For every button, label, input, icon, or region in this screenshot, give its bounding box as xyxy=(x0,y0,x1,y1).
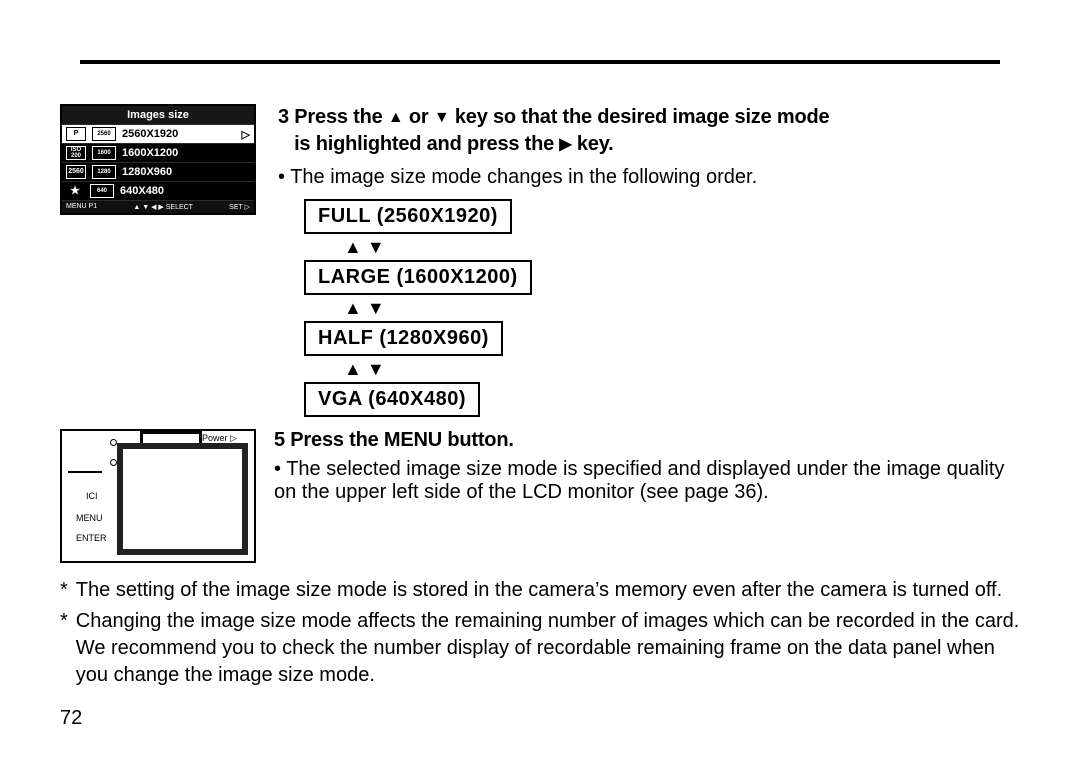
size-option: HALF (1280X960) xyxy=(304,321,503,356)
footnote-text: Changing the image size mode affects the… xyxy=(76,608,1020,689)
lcd-footer: MENU P1 ▲ ▼ ◀ ▶ SELECT SET ▷ xyxy=(62,200,254,213)
size-icon: 640 xyxy=(90,184,114,198)
footnotes: * The setting of the image size mode is … xyxy=(60,577,1020,689)
size-icon: 2560 xyxy=(92,127,116,141)
top-rule xyxy=(80,60,1000,64)
step3-heading: 3 Press the ▲ or ▼ key so that the desir… xyxy=(278,104,1020,158)
size-icon: 2560 xyxy=(66,165,86,179)
step-number: 3 xyxy=(278,106,289,128)
up-down-arrows-icon: ▲ ▼ xyxy=(304,238,385,256)
camera-back-illustration: Power ▷ ICI MENU ENTER xyxy=(60,429,256,563)
step-number: 5 xyxy=(274,429,285,451)
lcd-title: Images size xyxy=(62,106,254,124)
size-order-list: FULL (2560X1920) ▲ ▼ LARGE (1600X1200) ▲… xyxy=(304,199,1020,417)
size-icon: 1280 xyxy=(92,165,116,179)
manual-page: Images size P 2560 2560X1920 ▷ ISO 200 1… xyxy=(0,0,1080,765)
footnote-text: The setting of the image size mode is st… xyxy=(76,577,1002,604)
up-down-arrows-icon: ▲ ▼ xyxy=(304,299,385,317)
menu-button-label: MENU xyxy=(76,513,103,523)
right-triangle-icon: ▶ xyxy=(559,134,571,156)
star-icon: ★ xyxy=(66,185,84,197)
lcd-row: P 2560 2560X1920 ▷ xyxy=(62,124,254,143)
step5-bullet: • The selected image size mode is specif… xyxy=(274,458,1020,504)
size-option: FULL (2560X1920) xyxy=(304,199,512,234)
lcd-row-label: 2560X1920 xyxy=(122,128,178,140)
lcd-row-label: 1280X960 xyxy=(122,166,172,178)
lcd-row: ISO 200 1600 1600X1200 xyxy=(62,143,254,162)
lcd-row: 2560 1280 1280X960 xyxy=(62,162,254,181)
up-triangle-icon: ▲ xyxy=(388,107,404,129)
lcd-row: ★ 640 640X480 xyxy=(62,181,254,200)
down-triangle-icon: ▼ xyxy=(434,107,450,129)
page-number: 72 xyxy=(60,707,1020,730)
asterisk-icon: * xyxy=(60,577,68,604)
up-down-arrows-icon: ▲ ▼ xyxy=(304,360,385,378)
lcd-menu-figure: Images size P 2560 2560X1920 ▷ ISO 200 1… xyxy=(60,104,256,215)
step3-bullet: • The image size mode changes in the fol… xyxy=(278,164,1020,191)
lcd-row-label: 640X480 xyxy=(120,185,164,197)
lcd-footer-right: SET ▷ xyxy=(229,203,250,211)
step5-heading: 5 Press the MENU button. xyxy=(274,429,1020,452)
ici-label: ICI xyxy=(86,491,98,501)
size-option: VGA (640X480) xyxy=(304,382,480,417)
size-icon: 1600 xyxy=(92,146,116,160)
lcd-footer-mid: ▲ ▼ ◀ ▶ SELECT xyxy=(133,203,193,211)
lcd-footer-left: MENU P1 xyxy=(66,203,97,211)
size-option: LARGE (1600X1200) xyxy=(304,260,532,295)
selection-caret-icon: ▷ xyxy=(242,128,250,141)
p-mode-icon: P xyxy=(66,127,86,141)
enter-button-label: ENTER xyxy=(76,533,107,543)
iso-icon: ISO 200 xyxy=(66,146,86,160)
asterisk-icon: * xyxy=(60,608,68,689)
lcd-row-label: 1600X1200 xyxy=(122,147,178,159)
